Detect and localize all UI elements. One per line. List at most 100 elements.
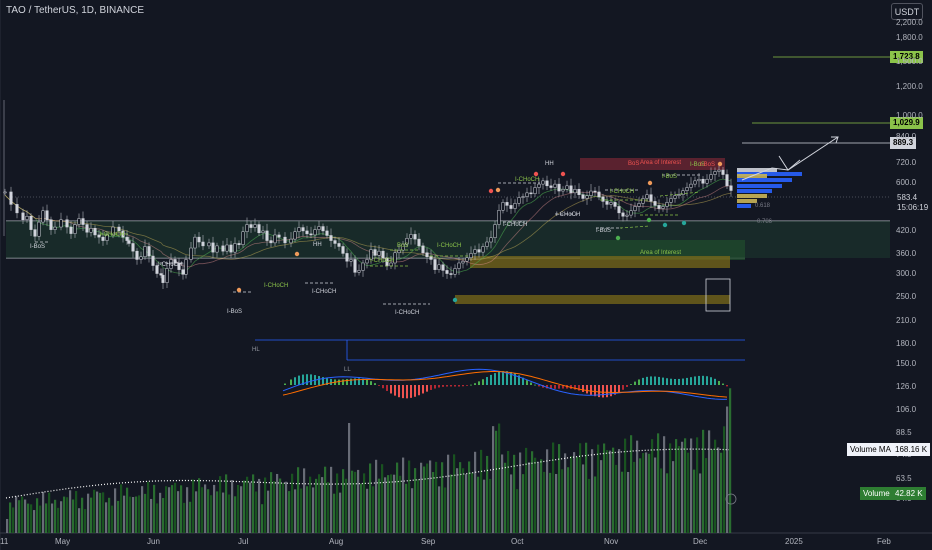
price-axis-tick: 1,500.0 xyxy=(896,57,923,66)
candle-body xyxy=(641,198,645,204)
volume-bar xyxy=(42,491,45,533)
volume-name: Volume xyxy=(860,487,893,500)
macd-histogram-bar xyxy=(498,371,500,385)
candle-body xyxy=(161,274,165,283)
volume-bar xyxy=(666,473,669,533)
volume-bar xyxy=(75,491,78,533)
candle-body xyxy=(573,189,577,194)
candle-body xyxy=(441,264,445,271)
volume-bar xyxy=(147,481,150,533)
macd-histogram-bar xyxy=(466,385,468,386)
candle-body xyxy=(193,236,197,249)
volume-bar xyxy=(96,491,99,533)
candle-body xyxy=(497,210,501,225)
volume-bar xyxy=(477,476,480,533)
price-axis-tick: 210.0 xyxy=(896,316,917,325)
chart-annotation: I-BoS xyxy=(662,174,678,180)
volume-bar xyxy=(324,466,327,533)
candle-body xyxy=(273,234,277,244)
chart-annotation: I-BoS xyxy=(596,228,612,234)
time-axis-tick: Aug xyxy=(329,537,344,546)
macd-histogram-bar xyxy=(606,385,608,398)
volume-bar xyxy=(369,463,372,533)
chart-annotation: I-CHoCH xyxy=(158,262,183,268)
volume-bar xyxy=(459,462,462,533)
signal-dot xyxy=(646,217,652,223)
macd-histogram-bar xyxy=(622,385,624,390)
candle-body xyxy=(313,229,317,236)
volume-bar xyxy=(273,481,276,533)
price-axis-tick: 2,200.0 xyxy=(896,18,923,27)
volume-bar xyxy=(114,488,117,533)
time-axis-tick: Nov xyxy=(604,537,619,546)
candle-body xyxy=(381,250,385,259)
candle-body xyxy=(325,230,329,236)
candle-body xyxy=(59,219,63,228)
volume-bar xyxy=(198,478,201,533)
candle-body xyxy=(593,190,597,193)
candle-body xyxy=(665,202,669,207)
candle-body xyxy=(237,243,241,245)
macd-histogram-bar xyxy=(714,378,716,385)
volume-bar xyxy=(672,461,675,533)
volume-bar xyxy=(279,478,282,533)
volume-bar xyxy=(654,457,657,533)
candle-body xyxy=(697,178,701,182)
candle-body xyxy=(337,243,341,247)
candle-body xyxy=(657,205,661,209)
price-axis-tick: 126.0 xyxy=(896,382,917,391)
macd-histogram-bar xyxy=(610,385,612,397)
volume-bar xyxy=(555,473,558,533)
volume-bar xyxy=(417,479,420,533)
candle-body xyxy=(521,196,525,198)
candle-body xyxy=(317,226,321,230)
chart-annotation: BoS xyxy=(397,243,409,249)
volume-bar xyxy=(690,438,693,533)
volume-bar xyxy=(321,477,324,533)
volume-bar xyxy=(504,462,507,533)
price-axis-tick: 420.0 xyxy=(896,226,917,235)
macd-histogram-bar xyxy=(642,377,644,385)
chart-annotation: BoS xyxy=(628,161,640,167)
volume-bar xyxy=(390,474,393,533)
candle-body xyxy=(221,245,225,252)
candle-body xyxy=(349,259,353,262)
volume-bar xyxy=(528,462,531,533)
macd-line xyxy=(282,368,728,400)
volume-bar xyxy=(243,480,246,533)
volume-ma-value: 168.16 K xyxy=(892,443,931,456)
volume-bar xyxy=(651,439,654,533)
candle-body xyxy=(409,234,413,239)
volume-bar xyxy=(186,487,189,533)
volume-bar xyxy=(456,468,459,533)
candle-body xyxy=(225,244,229,252)
candle-body xyxy=(637,203,641,207)
candle-body xyxy=(533,187,537,195)
candle-body xyxy=(649,194,653,202)
candle-body xyxy=(127,240,131,244)
volume-bar xyxy=(120,484,123,533)
volume-bar xyxy=(621,471,624,533)
candle-body xyxy=(653,201,657,206)
macd-histogram-bar xyxy=(318,376,320,385)
volume-bar xyxy=(474,451,477,533)
candle-body xyxy=(677,194,681,196)
chart-annotation: I-CHoCH xyxy=(312,289,337,295)
time-axis-tick: Sep xyxy=(421,537,436,546)
volume-bar xyxy=(300,488,303,533)
volume-bar xyxy=(135,496,138,533)
chart-annotation: Area of Interest xyxy=(640,160,682,166)
macd-histogram-bar xyxy=(658,376,660,385)
chart-annotation: I-CHoCH xyxy=(395,310,420,316)
candle-body xyxy=(457,262,461,269)
macd-histogram-bar xyxy=(582,385,584,392)
macd-histogram-bar xyxy=(602,385,604,398)
chart-canvas[interactable] xyxy=(0,0,932,550)
candle-body xyxy=(181,269,185,275)
volume-bar xyxy=(204,484,207,533)
volume-bar xyxy=(162,498,165,533)
volume-bar xyxy=(480,449,483,533)
candle-body xyxy=(321,226,325,232)
volume-bar xyxy=(678,446,681,533)
volume-bar xyxy=(39,505,42,533)
